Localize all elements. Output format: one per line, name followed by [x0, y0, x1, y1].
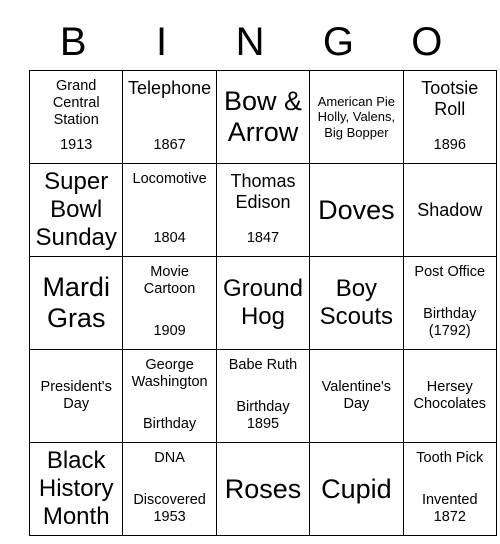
- bingo-cell-text: Valentine's Day: [321, 379, 392, 412]
- bingo-cell[interactable]: Doves: [309, 163, 404, 257]
- bingo-cell[interactable]: Babe Ruth Birthday 1895: [215, 349, 311, 443]
- bingo-cell-subtext: 1847: [246, 230, 280, 246]
- bingo-cell-text: Grand Central Station: [52, 78, 100, 128]
- bingo-cell-text: Thomas Edison: [230, 171, 296, 212]
- bingo-cell-subtext: 1867: [153, 137, 186, 153]
- bingo-cell-text: Locomotive: [132, 171, 207, 187]
- bingo-cell-text: Cupid: [321, 473, 392, 504]
- header-letter-i: I: [156, 20, 168, 64]
- bingo-cell[interactable]: Roses: [215, 442, 311, 536]
- header-letter-o: O: [411, 20, 443, 64]
- bingo-cell-subtext: Birthday: [142, 416, 197, 432]
- bingo-cell-subtext: 1913: [60, 137, 93, 153]
- bingo-cell[interactable]: American Pie Holly, Valens, Big Bopper: [309, 70, 404, 164]
- bingo-cell[interactable]: Post Office Birthday (1792): [402, 256, 497, 350]
- bingo-cell[interactable]: President's Day: [28, 349, 124, 443]
- bingo-cell-text: Bow & Arrow: [223, 86, 302, 147]
- bingo-cell[interactable]: Super Bowl Sunday: [28, 163, 124, 257]
- bingo-cell-text: Babe Ruth: [228, 357, 298, 373]
- bingo-cell-text: DNA: [154, 450, 185, 466]
- bingo-cell-text: Doves: [318, 194, 395, 225]
- bingo-cell-text: Boy Scouts: [319, 275, 394, 330]
- bingo-cell-text: George Washington: [131, 357, 208, 390]
- bingo-cell[interactable]: Valentine's Day: [309, 349, 404, 443]
- bingo-cell-text: Shadow: [417, 199, 483, 220]
- bingo-cell-text: Hersey Chocolates: [413, 379, 487, 412]
- bingo-cell[interactable]: Thomas Edison 1847: [215, 163, 311, 257]
- bingo-cell[interactable]: Mardi Gras: [28, 256, 124, 350]
- bingo-cell[interactable]: Bow & Arrow: [215, 70, 311, 164]
- bingo-cell-text: American Pie Holly, Valens, Big Bopper: [317, 93, 396, 140]
- bingo-cell-text: Super Bowl Sunday: [35, 168, 117, 251]
- bingo-cell-text: Black History Month: [38, 447, 114, 530]
- bingo-cell[interactable]: Ground Hog: [215, 256, 311, 350]
- bingo-cell-text: Tooth Pick: [416, 450, 484, 466]
- bingo-cell-subtext: 1804: [153, 230, 186, 246]
- bingo-cell-text: Tootsie Roll: [421, 78, 479, 119]
- bingo-cell-text: Movie Cartoon: [143, 264, 196, 297]
- bingo-cell[interactable]: Shadow: [402, 163, 497, 257]
- bingo-cell[interactable]: Cupid: [309, 442, 404, 536]
- bingo-cell-subtext: Discovered 1953: [133, 492, 206, 525]
- bingo-cell-subtext: Birthday (1792): [423, 306, 477, 339]
- bingo-cell[interactable]: Movie Cartoon 1909: [122, 256, 217, 350]
- header-letter-b: B: [59, 20, 87, 64]
- bingo-row: Grand Central Station 1913 Telephone 186…: [28, 70, 497, 164]
- header-letter-g: G: [322, 20, 354, 64]
- bingo-cell[interactable]: Locomotive 1804: [122, 163, 217, 257]
- bingo-cell-text: President's Day: [40, 379, 112, 412]
- bingo-cell-subtext: Invented 1872: [421, 492, 478, 525]
- bingo-cell[interactable]: Boy Scouts: [309, 256, 404, 350]
- bingo-cell[interactable]: Tooth Pick Invented 1872: [402, 442, 497, 536]
- bingo-cell[interactable]: Hersey Chocolates: [402, 349, 497, 443]
- header-letter-n: N: [235, 20, 265, 64]
- bingo-cell-text: Telephone: [128, 78, 212, 98]
- bingo-cell[interactable]: Tootsie Roll 1896: [402, 70, 497, 164]
- bingo-cell-text: Roses: [224, 473, 302, 504]
- bingo-grid: Grand Central Station 1913 Telephone 186…: [28, 70, 497, 536]
- bingo-header: B I N G O: [29, 14, 471, 70]
- bingo-card: B I N G O Grand Central Station 1913 Tel…: [28, 14, 497, 536]
- bingo-cell-subtext: 1896: [433, 137, 466, 153]
- bingo-cell-subtext: Birthday 1895: [236, 399, 290, 432]
- bingo-cell-text: Mardi Gras: [42, 272, 110, 333]
- bingo-cell[interactable]: DNA Discovered 1953: [122, 442, 217, 536]
- bingo-row: Mardi Gras Movie Cartoon 1909 Ground Hog: [28, 256, 497, 350]
- bingo-cell[interactable]: George Washington Birthday: [122, 349, 217, 443]
- bingo-cell[interactable]: Black History Month: [28, 442, 124, 536]
- bingo-cell-text: Post Office: [414, 264, 486, 280]
- bingo-row: President's Day George Washington Birthd…: [28, 349, 497, 443]
- bingo-cell[interactable]: Telephone 1867: [122, 70, 217, 164]
- bingo-cell[interactable]: Grand Central Station 1913: [28, 70, 124, 164]
- bingo-cell-subtext: 1909: [153, 323, 186, 339]
- bingo-row: Super Bowl Sunday Locomotive 1804 Thomas…: [28, 163, 497, 257]
- bingo-row: Black History Month DNA Discovered 1953 …: [28, 442, 497, 536]
- bingo-cell-text: Ground Hog: [222, 275, 303, 330]
